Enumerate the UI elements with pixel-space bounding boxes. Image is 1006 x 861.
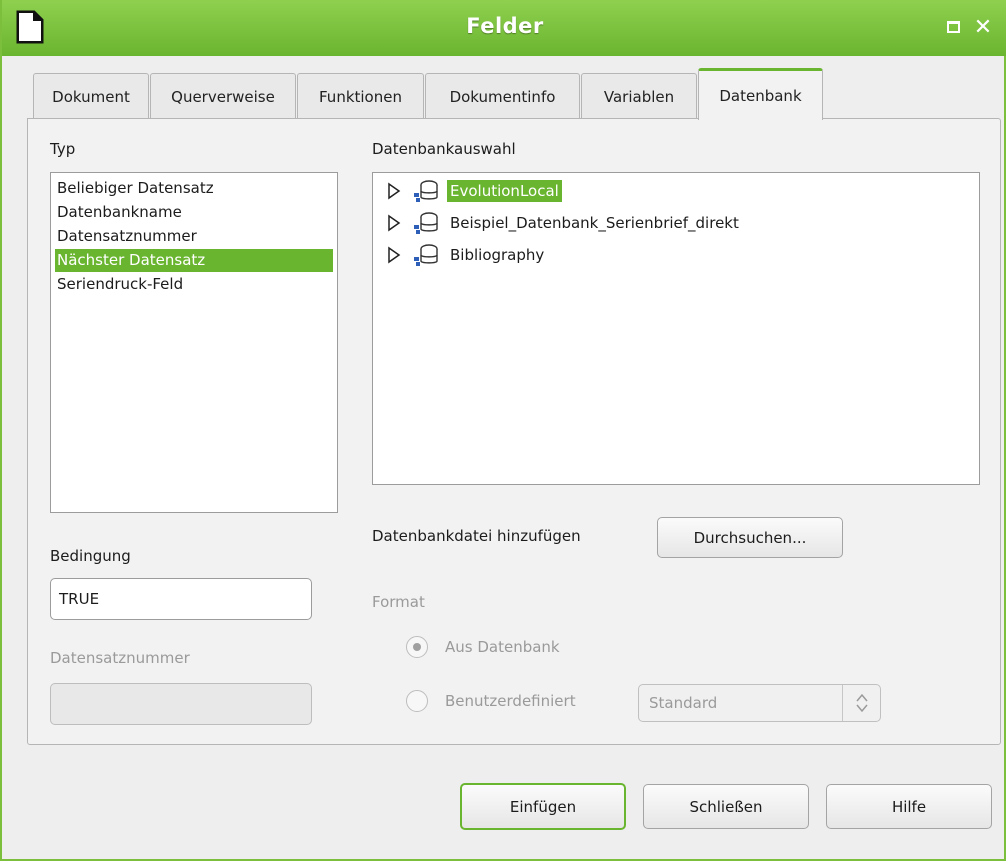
close-icon[interactable]: ✕ <box>972 15 994 40</box>
typ-list-item-selected[interactable]: Nächster Datensatz <box>55 249 333 272</box>
typ-listbox[interactable]: Beliebiger Datensatz Datenbankname Daten… <box>50 172 338 513</box>
typ-list-item[interactable]: Beliebiger Datensatz <box>55 177 333 200</box>
database-icon <box>414 212 438 234</box>
spin-updown-icon[interactable] <box>842 685 880 721</box>
close-button[interactable]: Schließen <box>643 784 809 829</box>
format-label: Format <box>372 593 425 611</box>
expand-arrow-icon[interactable] <box>387 214 401 232</box>
tab-variablen[interactable]: Variablen <box>581 73 697 119</box>
typ-list-item[interactable]: Datensatznummer <box>55 225 333 248</box>
database-icon <box>414 244 438 266</box>
database-icon <box>414 180 438 202</box>
insert-button[interactable]: Einfügen <box>460 783 626 830</box>
fields-dialog: Felder ✕ Dokument Querverweise Funktione… <box>0 0 1006 861</box>
format-select[interactable]: Standard <box>638 684 881 722</box>
aus-datenbank-label: Aus Datenbank <box>445 638 560 656</box>
datensatznummer-label: Datensatznummer <box>50 649 190 667</box>
datensatznummer-input[interactable] <box>50 683 312 725</box>
tree-item-label: EvolutionLocal <box>447 180 562 202</box>
typ-list-item[interactable]: Datenbankname <box>55 201 333 224</box>
tab-querverweise[interactable]: Querverweise <box>150 73 296 119</box>
tree-item-label: Beispiel_Datenbank_Serienbrief_direkt <box>450 214 739 232</box>
tab-funktionen[interactable]: Funktionen <box>297 73 424 119</box>
datenbankauswahl-label: Datenbankauswahl <box>372 140 516 158</box>
tab-datenbank[interactable]: Datenbank <box>698 68 823 120</box>
maximize-icon[interactable] <box>942 16 964 38</box>
expand-arrow-icon[interactable] <box>387 182 401 200</box>
typ-list-item[interactable]: Seriendruck-Feld <box>55 273 333 296</box>
bedingung-input[interactable]: TRUE <box>50 578 312 620</box>
datenbankauswahl-tree[interactable]: EvolutionLocal Beispiel_Datenbank_Serien… <box>372 172 980 485</box>
tree-item-beispiel-datenbank[interactable]: Beispiel_Datenbank_Serienbrief_direkt <box>387 209 742 237</box>
window-title: Felder <box>466 14 544 38</box>
typ-label: Typ <box>50 140 76 158</box>
benutzerdefiniert-label: Benutzerdefiniert <box>445 692 576 710</box>
tree-item-evolutionlocal[interactable]: EvolutionLocal <box>387 177 562 205</box>
radio-checked-icon[interactable] <box>406 636 428 658</box>
expand-arrow-icon[interactable] <box>387 246 401 264</box>
radio-benutzerdefiniert[interactable]: Benutzerdefiniert <box>406 690 576 712</box>
tree-item-bibliography[interactable]: Bibliography <box>387 241 547 269</box>
format-select-value: Standard <box>649 694 718 712</box>
browse-button[interactable]: Durchsuchen... <box>657 517 843 558</box>
bedingung-label: Bedingung <box>50 547 131 565</box>
help-button[interactable]: Hilfe <box>826 784 992 829</box>
radio-unchecked-icon[interactable] <box>406 690 428 712</box>
tab-dokumentinfo[interactable]: Dokumentinfo <box>425 73 580 119</box>
tree-item-label: Bibliography <box>450 246 545 264</box>
datenbankdatei-label: Datenbankdatei hinzufügen <box>372 527 581 545</box>
tab-dokument[interactable]: Dokument <box>33 73 149 119</box>
radio-aus-datenbank[interactable]: Aus Datenbank <box>406 636 560 658</box>
title-bar[interactable]: Felder ✕ <box>2 0 1006 56</box>
